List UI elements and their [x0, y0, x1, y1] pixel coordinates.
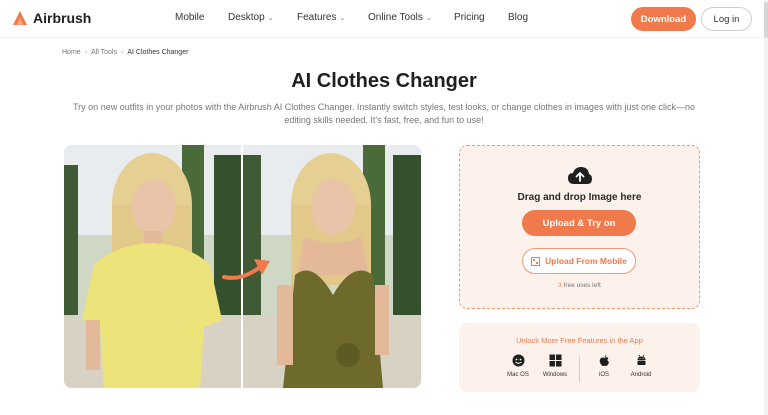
macos-icon: [512, 354, 524, 367]
transform-arrow-icon: [222, 259, 270, 280]
nav-pricing[interactable]: Pricing: [454, 12, 485, 23]
cloud-upload-icon: [568, 167, 592, 184]
upload-try-on-button[interactable]: Upload & Try on: [522, 210, 636, 236]
breadcrumb-separator-icon: ›: [120, 49, 124, 56]
platform-windows[interactable]: Windows: [535, 354, 575, 378]
before-after-image: [64, 145, 421, 388]
platform-macos[interactable]: Mac OS: [498, 354, 538, 378]
free-uses-left: 3 free uses left: [460, 282, 699, 289]
platform-android[interactable]: Android: [621, 354, 661, 378]
breadcrumb-separator-icon: ›: [84, 49, 88, 56]
nav-desktop[interactable]: Desktop ⌄: [228, 12, 274, 23]
page-subtitle: Try on new outfits in your photos with t…: [73, 102, 695, 125]
free-uses-label: free uses left: [563, 282, 601, 289]
scrollbar[interactable]: [764, 0, 768, 415]
logo[interactable]: Airbrush: [12, 10, 91, 26]
nav-features[interactable]: Features ⌄: [297, 12, 345, 23]
windows-icon: [549, 354, 561, 367]
chevron-down-icon: ⌄: [339, 14, 346, 22]
drag-drop-text: Drag and drop Image here: [517, 192, 642, 203]
platform-divider: [579, 356, 580, 382]
nav-blog[interactable]: Blog: [508, 12, 528, 23]
before-image: [64, 145, 241, 388]
breadcrumb: Home › All Tools › AI Clothes Changer: [62, 49, 188, 56]
android-icon: [637, 354, 645, 365]
nav-online-tools[interactable]: Online Tools ⌄: [368, 12, 432, 23]
upload-dropzone[interactable]: Drag and drop Image here Upload & Try on…: [459, 145, 700, 309]
page-title: AI Clothes Changer: [291, 70, 477, 92]
chevron-down-icon: ⌄: [267, 14, 274, 22]
download-button[interactable]: Download: [631, 7, 696, 31]
qr-code-icon: [531, 256, 541, 266]
breadcrumb-home[interactable]: Home: [62, 49, 81, 56]
breadcrumb-current: AI Clothes Changer: [127, 49, 189, 56]
nav-mobile[interactable]: Mobile: [175, 12, 204, 23]
breadcrumb-all-tools[interactable]: All Tools: [91, 49, 117, 56]
apple-icon: [599, 354, 609, 366]
scrollbar-thumb[interactable]: [764, 2, 768, 38]
logo-text: Airbrush: [33, 10, 92, 26]
app-panel-title: Unlock More Free Features in the App: [516, 336, 643, 345]
airbrush-logo-icon: [13, 11, 27, 25]
chevron-down-icon: ⌄: [425, 14, 432, 22]
app-download-panel: Unlock More Free Features in the App Mac…: [459, 323, 700, 392]
top-nav: Airbrush Mobile Desktop ⌄ Features ⌄ Onlin…: [0, 0, 768, 38]
upload-from-mobile-button[interactable]: Upload From Mobile: [522, 248, 636, 274]
platform-list: Mac OS Windows iOS Android: [459, 354, 700, 386]
free-uses-count: 3: [558, 282, 562, 289]
login-button[interactable]: Log in: [701, 7, 752, 31]
platform-ios[interactable]: iOS: [584, 354, 624, 378]
